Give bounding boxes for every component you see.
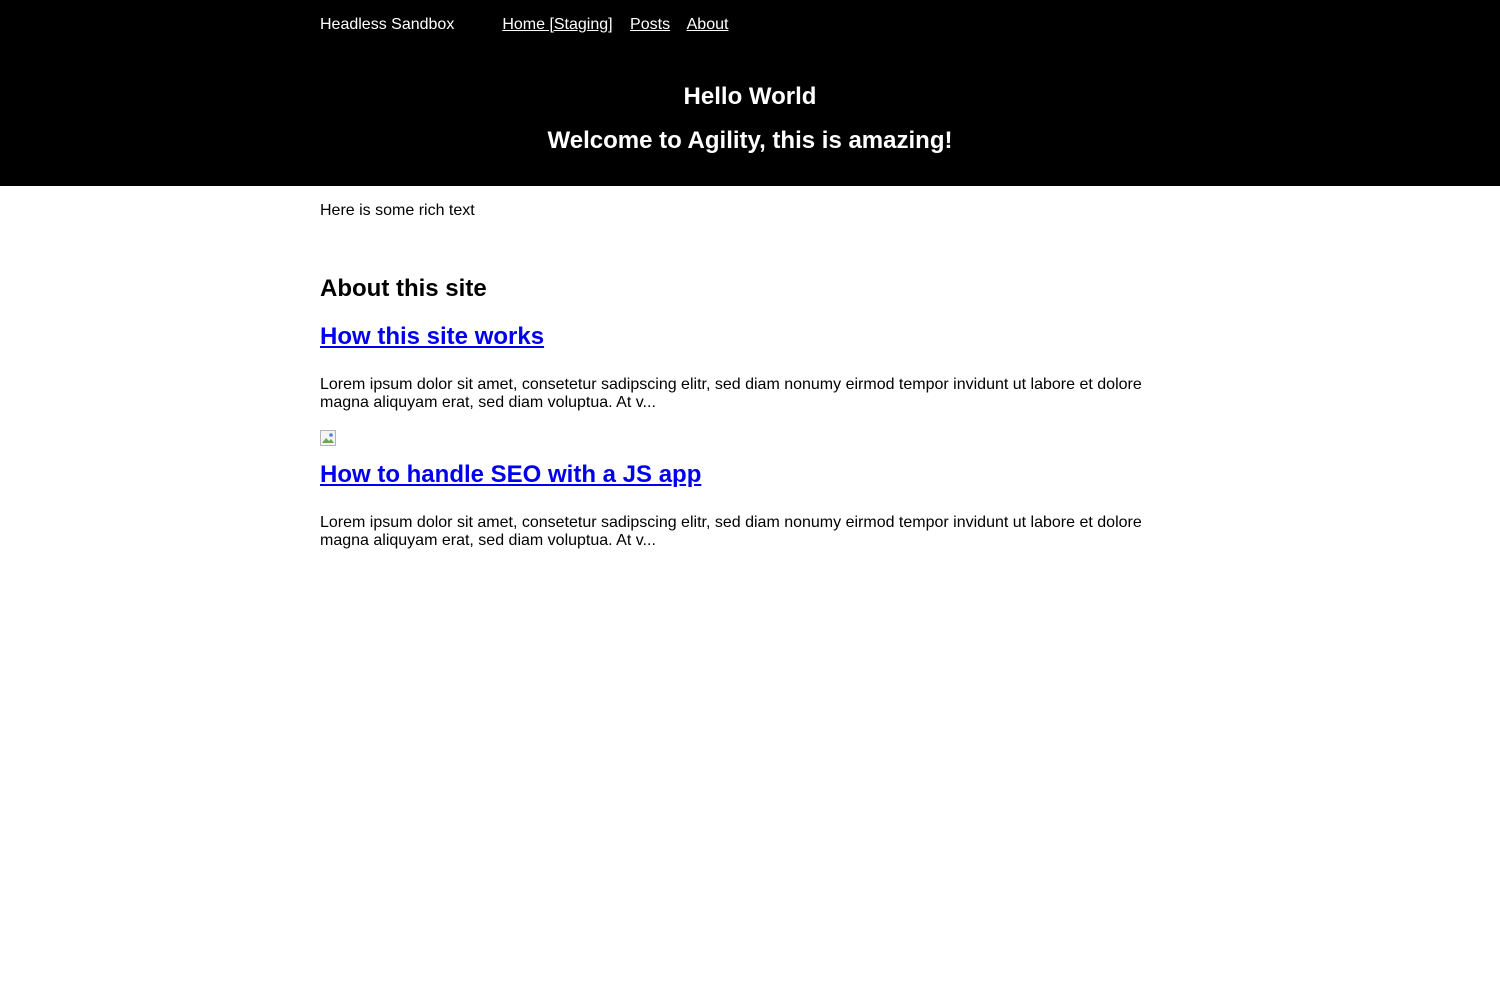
nav-link-home[interactable]: Home [Staging] (502, 16, 612, 33)
main-nav: Home [Staging] Posts About (502, 16, 741, 34)
broken-image-icon (320, 430, 336, 446)
post-title-link[interactable]: How to handle SEO with a JS app (320, 460, 701, 490)
top-navigation-bar: Headless Sandbox Home [Staging] Posts Ab… (320, 0, 1180, 50)
post-excerpt: Lorem ipsum dolor sit amet, consetetur s… (320, 376, 1142, 411)
hero-banner: Hello World Welcome to Agility, this is … (0, 50, 1500, 156)
main-content: Here is some rich text About this site H… (320, 186, 1180, 550)
hero-subtitle: Welcome to Agility, this is amazing! (547, 127, 953, 154)
site-name[interactable]: Headless Sandbox (320, 16, 454, 34)
post-item: How to handle SEO with a JS app Lorem ip… (320, 460, 1180, 550)
hero-title: Hello World (683, 83, 817, 110)
post-item: How this site works Lorem ipsum dolor si… (320, 322, 1180, 446)
post-excerpt: Lorem ipsum dolor sit amet, consetetur s… (320, 514, 1142, 549)
rich-text-block: Here is some rich text (320, 202, 475, 219)
section-title: About this site (320, 275, 487, 302)
site-header: Headless Sandbox Home [Staging] Posts Ab… (0, 0, 1500, 186)
nav-link-about[interactable]: About (687, 16, 729, 33)
post-title-link[interactable]: How this site works (320, 322, 544, 352)
nav-link-posts[interactable]: Posts (630, 16, 670, 33)
